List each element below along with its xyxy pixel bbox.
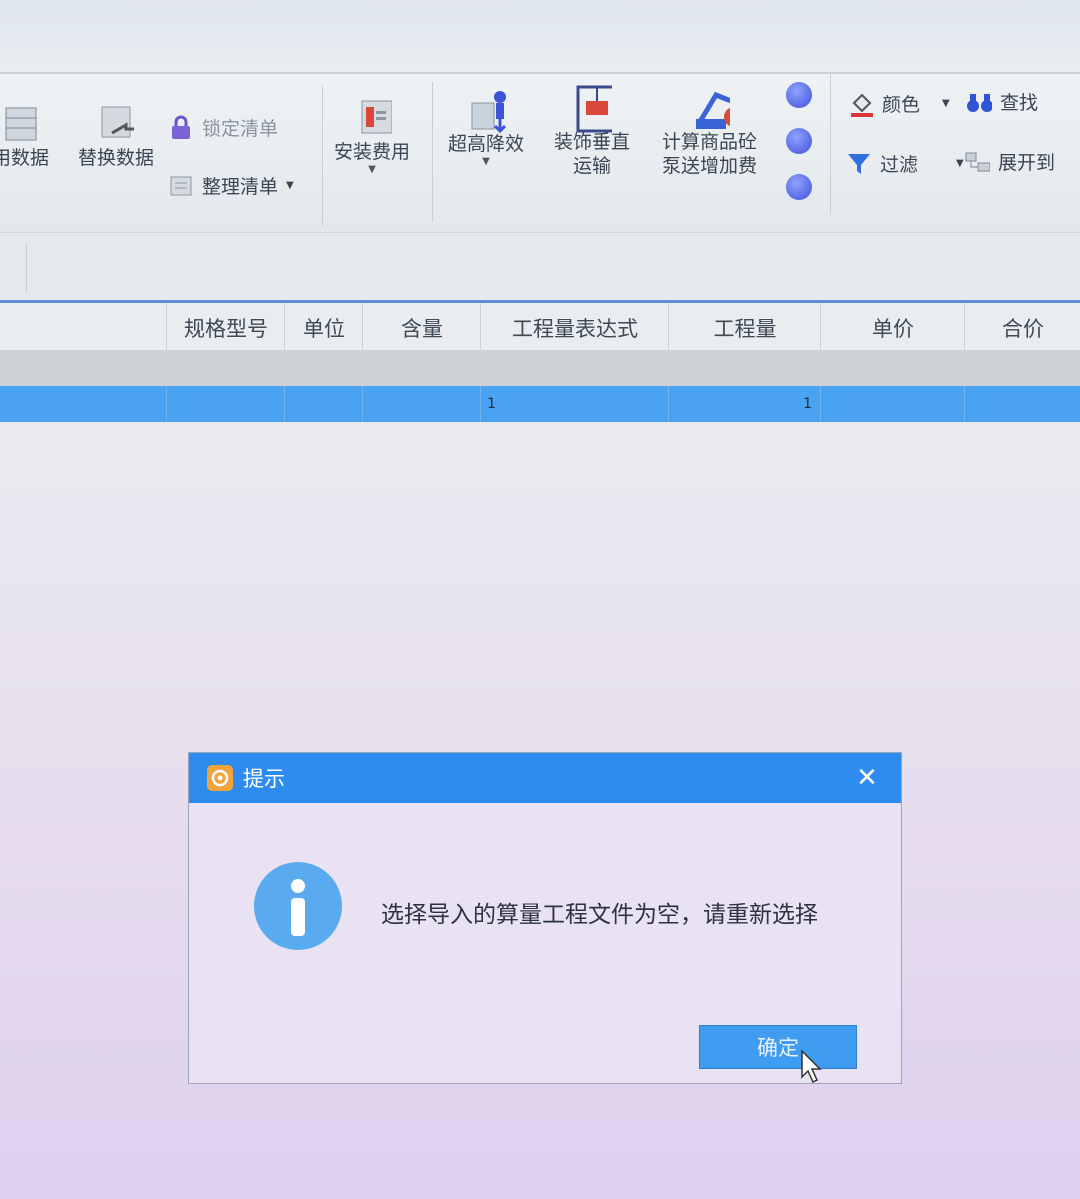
decor-vertical-label-2: 运输 xyxy=(573,155,612,177)
use-data-label: 用数据 xyxy=(0,147,50,169)
color-label: 颜色 xyxy=(882,94,921,116)
organize-list-label: 整理清单 xyxy=(202,176,279,198)
lock-icon xyxy=(168,115,194,141)
filter-icon xyxy=(846,151,872,177)
lock-list-label: 锁定清单 xyxy=(202,118,279,140)
find-label: 查找 xyxy=(1000,92,1039,114)
ribbon-separator xyxy=(830,74,831,214)
binoculars-icon xyxy=(966,89,992,115)
table-cell[interactable] xyxy=(964,386,1080,422)
column-header-expression[interactable]: 工程量表达式 xyxy=(480,303,669,353)
column-header-quantity[interactable]: 工程量 xyxy=(668,303,821,353)
chevron-down-icon: ▼ xyxy=(942,98,950,109)
ribbon-separator xyxy=(322,86,323,226)
organize-list-button[interactable]: 整理清单 ▼ xyxy=(168,172,294,199)
vertical-transport-icon xyxy=(572,85,612,133)
install-fee-button[interactable]: 安装费用 ▼ xyxy=(334,96,410,175)
decor-vertical-label-1: 装饰垂直 xyxy=(554,131,631,153)
decor-vertical-transport-button[interactable]: 装饰垂直 运输 xyxy=(554,85,631,178)
prompt-dialog: 提示 ✕ 选择导入的算量工程文件为空，请重新选择 确定 xyxy=(188,752,902,1084)
column-header-spec[interactable]: 规格型号 xyxy=(166,303,285,353)
mouse-cursor-icon xyxy=(799,1049,825,1085)
concrete-pump-icon: ¥ xyxy=(690,86,730,130)
info-icon xyxy=(253,861,343,951)
use-data-button[interactable]: 用数据 xyxy=(0,102,49,170)
table-cell-expression[interactable]: 1 xyxy=(480,386,668,422)
table-header: 规格型号 单位 含量 工程量表达式 工程量 单价 合价 xyxy=(0,300,1080,353)
table-cell[interactable] xyxy=(820,386,965,422)
filter-button[interactable]: 过滤 ▼ xyxy=(846,150,964,177)
divider xyxy=(26,243,27,293)
list-icon xyxy=(168,173,194,199)
calc-concrete-label-2: 泵送增加费 xyxy=(662,155,758,177)
replace-data-icon xyxy=(96,102,136,146)
round-action-icon[interactable] xyxy=(786,128,812,154)
install-fee-label: 安装费用 xyxy=(334,141,411,163)
paint-bucket-icon xyxy=(848,91,874,117)
install-fee-icon xyxy=(352,96,392,140)
round-action-icon[interactable] xyxy=(786,82,812,108)
ok-button[interactable]: 确定 xyxy=(699,1025,857,1069)
replace-data-label: 替换数据 xyxy=(78,147,155,169)
expand-to-button[interactable]: 展开到 xyxy=(964,148,1055,175)
table-cell-quantity[interactable]: 1 xyxy=(668,386,820,422)
table-cell[interactable] xyxy=(362,386,481,422)
raise-efficiency-icon xyxy=(466,88,506,134)
close-icon[interactable]: ✕ xyxy=(853,764,881,792)
dialog-title: 提示 xyxy=(243,767,285,791)
lock-list-button[interactable]: 锁定清单 xyxy=(168,114,278,141)
table-row[interactable] xyxy=(0,350,1080,386)
data-table-icon xyxy=(1,102,41,146)
calc-concrete-pump-button[interactable]: ¥ 计算商品砼 泵送增加费 xyxy=(662,86,757,178)
find-button[interactable]: 查找 xyxy=(966,88,1038,115)
svg-text:¥: ¥ xyxy=(729,110,730,126)
filter-label: 过滤 xyxy=(880,154,919,176)
table-cell[interactable] xyxy=(284,386,363,422)
expand-to-label: 展开到 xyxy=(998,152,1056,174)
app-logo-icon xyxy=(207,765,233,791)
column-header-unit[interactable]: 单位 xyxy=(284,303,363,353)
ribbon-toolbar: 用数据 替换数据 锁定清单 整理清单 ▼ 安装费用 ▼ 超高降效 ▼ 装饰垂直 … xyxy=(0,72,1080,234)
table-row-selected[interactable]: 1 1 xyxy=(0,386,1080,422)
column-header-unit-price[interactable]: 单价 xyxy=(820,303,965,353)
column-header-total-price[interactable]: 合价 xyxy=(964,303,1080,353)
ribbon-separator xyxy=(432,82,433,222)
tab-strip xyxy=(0,232,1080,303)
replace-data-button[interactable]: 替换数据 xyxy=(78,102,154,170)
chevron-down-icon: ▼ xyxy=(956,158,964,169)
color-button[interactable]: 颜色 ▼ xyxy=(848,90,950,117)
dialog-message: 选择导入的算量工程文件为空，请重新选择 xyxy=(381,902,818,928)
round-action-icon[interactable] xyxy=(786,174,812,200)
raise-efficiency-label: 超高降效 xyxy=(448,133,525,155)
chevron-down-icon: ▼ xyxy=(368,164,376,175)
dialog-title-bar[interactable]: 提示 ✕ xyxy=(189,753,901,803)
chevron-down-icon: ▼ xyxy=(286,180,294,191)
calc-concrete-label-1: 计算商品砼 xyxy=(662,131,758,153)
table-cell[interactable] xyxy=(166,386,285,422)
window-top-strip xyxy=(0,0,1080,72)
raise-efficiency-button[interactable]: 超高降效 ▼ xyxy=(448,88,524,167)
chevron-down-icon: ▼ xyxy=(482,156,490,167)
column-header-content[interactable]: 含量 xyxy=(362,303,481,353)
tree-expand-icon xyxy=(964,149,990,175)
